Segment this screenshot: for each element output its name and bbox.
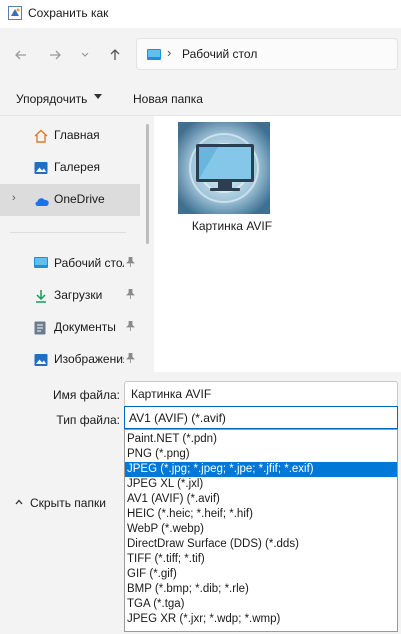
filetype-option[interactable]: JPEG XR (*.jxr; *.wdp; *.wmp) [125, 612, 397, 627]
breadcrumb-separator: › [167, 45, 172, 60]
gallery-icon [34, 161, 48, 175]
expand-chevron-icon[interactable]: › [12, 192, 16, 204]
sidebar-item-label: OneDrive [54, 192, 105, 206]
sidebar-item-label: Документы [54, 320, 116, 334]
sidebar-scrollbar-thumb[interactable] [146, 124, 149, 244]
cloud-icon [34, 193, 49, 207]
desktop-icon [147, 49, 161, 60]
filename-input[interactable] [124, 381, 398, 407]
address-bar[interactable]: › Рабочий стол [136, 38, 398, 70]
arrow-left-icon[interactable] [10, 44, 32, 66]
filetype-label: Тип файла: [56, 413, 120, 427]
filetype-option[interactable]: PNG (*.png) [125, 447, 397, 462]
arrow-up-icon[interactable] [104, 44, 126, 66]
filetype-dropdown-list: Paint.NET (*.pdn) PNG (*.png) JPEG (*.jp… [124, 429, 398, 632]
download-icon [34, 289, 48, 303]
file-name-label[interactable]: Картинка AVIF [154, 219, 310, 233]
sidebar-item-label: Рабочий стол [54, 256, 124, 270]
pin-icon[interactable] [126, 256, 135, 270]
home-icon [34, 129, 48, 143]
pin-icon[interactable] [126, 320, 135, 334]
pictures-icon [34, 353, 48, 367]
sidebar-item-desktop[interactable]: Рабочий стол [0, 248, 140, 280]
filetype-option[interactable]: HEIC (*.heic; *.heif; *.hif) [125, 507, 397, 522]
filetype-option[interactable]: TGA (*.tga) [125, 597, 397, 612]
filename-label: Имя файла: [53, 388, 120, 402]
sidebar-item-label: Загрузки [54, 288, 103, 302]
pin-icon[interactable] [126, 288, 135, 302]
sidebar-item-onedrive[interactable]: › OneDrive [0, 184, 140, 216]
sidebar-item-downloads[interactable]: Загрузки [0, 280, 140, 312]
filetype-option[interactable]: WebP (*.webp) [125, 522, 397, 537]
organize-button[interactable]: Упорядочить [16, 92, 87, 106]
filetype-option[interactable]: AV1 (AVIF) (*.avif) [125, 492, 397, 507]
sidebar-item-gallery[interactable]: Галерея [0, 152, 140, 184]
chevron-up-icon[interactable] [14, 494, 24, 510]
sidebar-divider [10, 232, 126, 233]
filetype-select[interactable]: AV1 (AVIF) (*.avif) [124, 406, 398, 429]
arrow-right-icon[interactable] [44, 44, 66, 66]
documents-icon [34, 321, 48, 335]
sidebar-item-label: Изображения [54, 352, 124, 366]
hide-folders-button[interactable]: Скрыть папки [30, 496, 106, 510]
avif-image-icon[interactable] [178, 122, 270, 214]
filetype-option-highlighted[interactable]: JPEG (*.jpg; *.jpeg; *.jpe; *.jfif; *.ex… [125, 462, 397, 477]
filetype-option[interactable]: JPEG XL (*.jxl) [125, 477, 397, 492]
caret-down-icon [94, 94, 102, 99]
pin-icon[interactable] [126, 352, 135, 366]
filetype-option[interactable]: Paint.NET (*.pdn) [125, 432, 397, 447]
breadcrumb-location[interactable]: Рабочий стол [182, 47, 257, 61]
filetype-selected-value: AV1 (AVIF) (*.avif) [129, 411, 226, 425]
window-title: Сохранить как [28, 6, 109, 20]
filetype-option[interactable]: TIFF (*.tiff; *.tif) [125, 552, 397, 567]
new-folder-button[interactable]: Новая папка [133, 92, 203, 106]
filetype-option[interactable]: BMP (*.bmp; *.dib; *.rle) [125, 582, 397, 597]
app-icon [8, 6, 22, 20]
filetype-option[interactable]: GIF (*.gif) [125, 567, 397, 582]
chevron-down-icon[interactable] [74, 44, 96, 66]
sidebar-item-label: Галерея [54, 160, 101, 174]
filetype-option[interactable]: DirectDraw Surface (DDS) (*.dds) [125, 537, 397, 552]
desktop-icon [34, 257, 48, 271]
sidebar-item-label: Главная [54, 128, 100, 142]
sidebar-item-documents[interactable]: Документы [0, 312, 140, 344]
sidebar-item-home[interactable]: Главная [0, 120, 140, 152]
